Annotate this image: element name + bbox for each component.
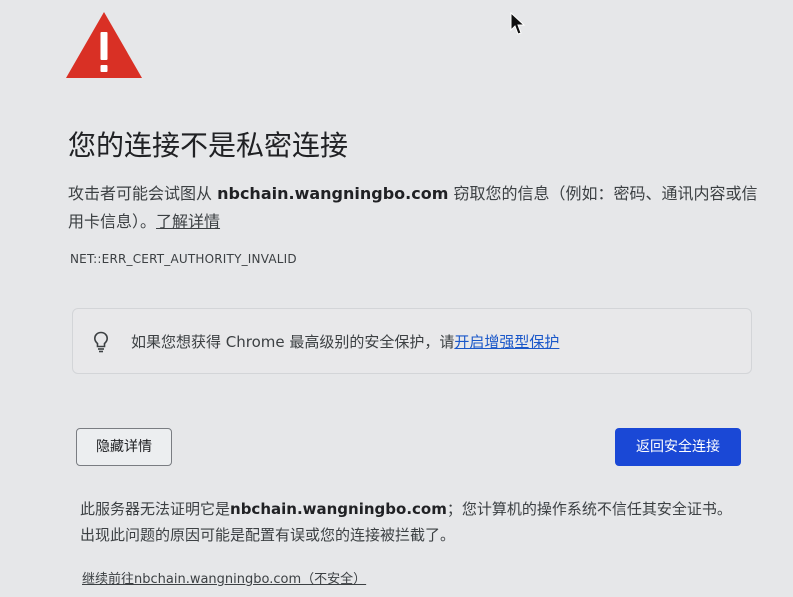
page-title: 您的连接不是私密连接 [68, 129, 349, 162]
tip-message: 如果您想获得 Chrome 最高级别的安全保护，请 [131, 333, 455, 351]
proceed-unsafe-link[interactable]: 继续前往nbchain.wangningbo.com（不安全） [82, 568, 366, 587]
error-code: NET::ERR_CERT_AUTHORITY_INVALID [70, 252, 297, 266]
enhanced-protection-tip: 如果您想获得 Chrome 最高级别的安全保护，请开启增强型保护 [72, 308, 752, 374]
explanation-prefix: 此服务器无法证明它是 [80, 500, 231, 518]
description-host: nbchain.wangningbo.com [217, 184, 449, 203]
explanation-host: nbchain.wangningbo.com [230, 500, 447, 518]
description-prefix: 攻击者可能会试图从 [68, 184, 218, 203]
back-to-safety-button[interactable]: 返回安全连接 [615, 428, 741, 466]
mouse-cursor-icon [510, 12, 526, 35]
tip-text: 如果您想获得 Chrome 最高级别的安全保护，请开启增强型保护 [131, 331, 559, 352]
learn-more-link[interactable]: 了解详情 [156, 212, 220, 231]
description: 攻击者可能会试图从 nbchain.wangningbo.com 窃取您的信息（… [68, 180, 768, 236]
hide-details-button[interactable]: 隐藏详情 [76, 428, 172, 466]
warning-triangle-icon [66, 12, 142, 78]
details-explanation: 此服务器无法证明它是nbchain.wangningbo.com；您计算机的操作… [80, 496, 740, 548]
lightbulb-icon [93, 331, 109, 353]
enable-enhanced-protection-link[interactable]: 开启增强型保护 [454, 333, 559, 351]
interstitial-page: 您的连接不是私密连接 攻击者可能会试图从 nbchain.wangningbo.… [0, 0, 793, 597]
